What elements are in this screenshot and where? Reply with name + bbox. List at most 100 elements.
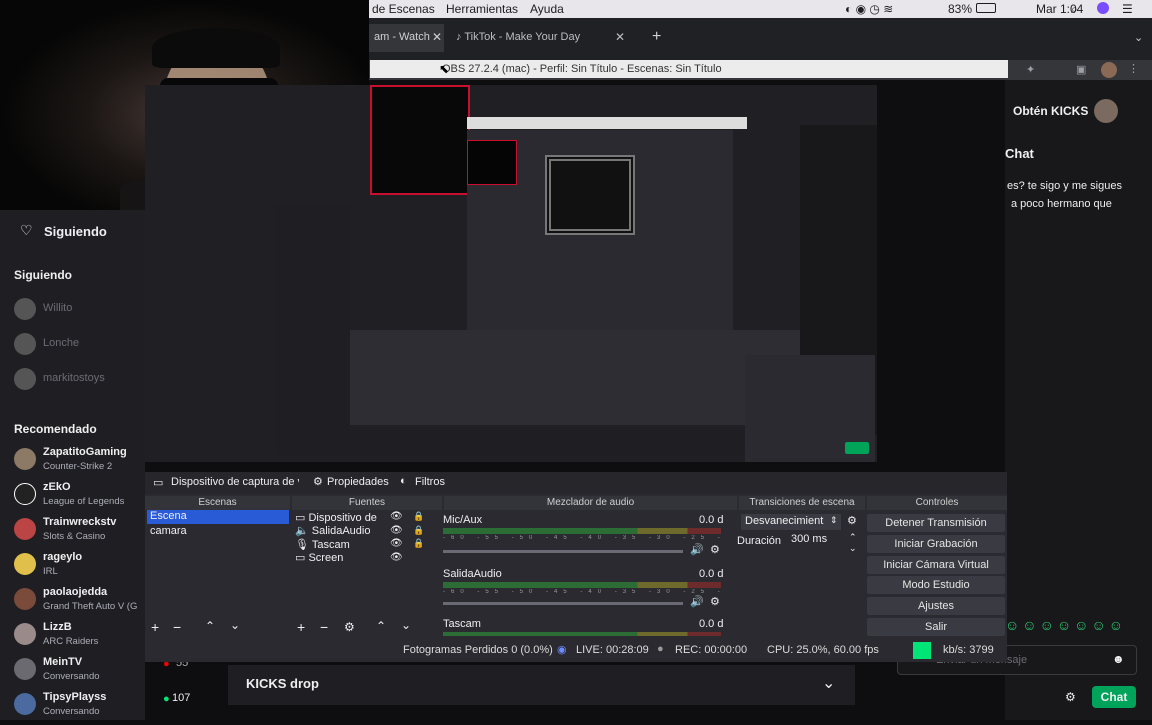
obs-preview-capture (145, 85, 877, 462)
source-item[interactable]: 🔈 SalidaAudio (295, 524, 370, 537)
user-avatar[interactable] (1094, 99, 1118, 123)
channel-name: MeinTV (43, 656, 83, 668)
settings-gear-icon[interactable]: ⚙ (1065, 690, 1076, 704)
mixer-dock-header: Mezclador de audio (444, 496, 737, 510)
add-icon[interactable]: + (151, 619, 159, 635)
chat-heading: Chat (1005, 146, 1034, 161)
cpu-fps: CPU: 25.0%, 60.00 fps (767, 644, 879, 656)
channel-name: rageylo (43, 551, 83, 563)
channel-game: Grand Theft Auto V (G (43, 601, 138, 612)
tiktok-icon: ♪ (456, 31, 462, 43)
chat-message: es? te sigo y me sigues (1007, 180, 1122, 192)
tab-search-chevron-icon[interactable]: ⌄ (1126, 24, 1151, 52)
siri-icon[interactable] (1097, 2, 1109, 14)
search-icon[interactable]: ⌕ (1071, 2, 1078, 17)
source-label: Tascam (311, 539, 350, 551)
avatar (14, 368, 36, 390)
tab-tiktok[interactable]: ♪ TikTok - Make Your Day ✕ (448, 24, 633, 52)
menu-help[interactable]: Ayuda (530, 2, 564, 16)
studio-mode-button[interactable]: Modo Estudio (867, 576, 1005, 594)
emote-row[interactable]: ☺☺☺☺☺☺☺ (1005, 617, 1152, 637)
obs-docks: ▭ Dispositivo de captura de v ⚙ Propieda… (145, 472, 1007, 662)
move-down-icon[interactable]: ⌄ (230, 618, 240, 632)
gear-icon[interactable]: ⚙ (344, 620, 355, 634)
get-kicks-button[interactable]: Obtén KICKS (1013, 104, 1088, 118)
extensions-icon[interactable]: ✦ (1026, 63, 1035, 76)
stepper-icon[interactable]: ⇕ (830, 515, 838, 526)
channel-game: IRL (43, 566, 58, 577)
scene-item[interactable]: camara (150, 525, 187, 537)
settings-button[interactable]: Ajustes (867, 597, 1005, 615)
mixer-channel-name: Tascam (443, 618, 481, 630)
menu-scenes[interactable]: de Escenas (372, 2, 435, 16)
sidepanel-icon[interactable]: ▣ (1076, 63, 1086, 76)
following-heading: Siguiendo (14, 268, 72, 282)
channel-name: markitostoys (43, 372, 105, 384)
nested-chat-button (845, 442, 869, 454)
properties-button[interactable]: Propiedades (327, 476, 389, 488)
live-timer: LIVE: 00:28:09 (576, 644, 649, 656)
obs-statusbar: Fotogramas Perdidos 0 (0.0%) ◉ LIVE: 00:… (145, 640, 1007, 662)
visibility-eye-icon[interactable]: 👁 👁 👁 👁 (390, 510, 403, 564)
nested-webcam (467, 140, 517, 185)
start-recording-button[interactable]: Iniciar Grabación (867, 535, 1005, 553)
filters-button[interactable]: Filtros (415, 476, 445, 488)
rec-dot-icon: ● (657, 643, 664, 655)
channel-game: ARC Raiders (43, 636, 99, 647)
menu-tools[interactable]: Herramientas (446, 2, 518, 16)
volume-slider[interactable] (443, 550, 683, 553)
close-icon[interactable]: ✕ (615, 30, 625, 44)
channel-name: Trainwreckstv (43, 516, 117, 528)
gear-icon[interactable]: ⚙ (710, 595, 720, 608)
gear-icon[interactable]: ⚙ (710, 543, 720, 556)
chevron-down-icon[interactable]: ⌄ (822, 673, 835, 693)
remove-icon[interactable]: − (320, 619, 328, 635)
tab-watch[interactable]: am - Watch ✕ (366, 24, 444, 52)
add-icon[interactable]: + (297, 619, 305, 635)
chat-send-button[interactable]: Chat (1092, 686, 1136, 708)
status-icons: ◐ ◉ ◷ ≋ (845, 2, 894, 16)
filter-icon[interactable]: ◐ (400, 475, 407, 487)
avatar (14, 298, 36, 320)
profile-avatar[interactable] (1101, 62, 1117, 78)
heart-icon: ♡ (20, 222, 33, 238)
control-center-icon[interactable]: ☰ (1122, 2, 1133, 16)
speaker-icon[interactable]: 🔊 (690, 595, 704, 608)
kicks-drop-bar[interactable]: KICKS drop ⌄ (228, 665, 855, 705)
stream-health-indicator (913, 642, 931, 659)
move-up-icon[interactable]: ⌃ (205, 619, 215, 633)
duration-input[interactable]: 300 ms (788, 532, 852, 548)
scene-item-selected[interactable]: Escena (147, 510, 289, 524)
transition-select[interactable]: Desvanecimient (741, 514, 841, 530)
gear-icon[interactable]: ⚙ (847, 514, 857, 527)
emote-picker-icon[interactable]: ☻ (1112, 652, 1125, 666)
source-item[interactable]: ▭ Dispositivo de (295, 511, 377, 524)
broadcast-icon: ◉ (557, 644, 567, 656)
mixer-level: 0.0 d (699, 618, 724, 630)
source-item[interactable]: 🎙 Tascam (295, 538, 350, 551)
volume-slider[interactable] (443, 602, 683, 605)
remove-icon[interactable]: − (173, 619, 181, 635)
audio-meter (443, 632, 721, 636)
chevron-updown-icon[interactable]: ⌃ ⌄ (849, 532, 857, 554)
scene-label: camara (150, 525, 187, 537)
speaker-icon[interactable]: 🔊 (690, 543, 704, 556)
monitor-icon: ▭ (295, 552, 309, 564)
nested-obs-docks (350, 330, 800, 425)
avatar (14, 658, 36, 680)
move-up-icon[interactable]: ⌃ (376, 619, 386, 633)
gear-icon[interactable]: ⚙ (313, 475, 323, 488)
new-tab-button[interactable]: + (644, 21, 669, 49)
source-item[interactable]: ▭ Screen (295, 551, 343, 564)
lock-icon[interactable]: 🔒 🔒 🔒 (413, 510, 424, 551)
move-down-icon[interactable]: ⌄ (401, 618, 411, 632)
close-icon[interactable]: ✕ (432, 30, 442, 44)
exit-button[interactable]: Salir (867, 618, 1005, 636)
following-nav-label[interactable]: Siguiendo (44, 224, 107, 239)
channel-name: paolaojedda (43, 586, 108, 598)
start-virtual-camera-button[interactable]: Iniciar Cámara Virtual (867, 556, 1005, 574)
avatar (14, 448, 36, 470)
more-menu-icon[interactable]: ⋮ (1128, 62, 1139, 75)
stop-streaming-button[interactable]: Detener Transmisión (867, 514, 1005, 532)
avatar (14, 553, 36, 575)
